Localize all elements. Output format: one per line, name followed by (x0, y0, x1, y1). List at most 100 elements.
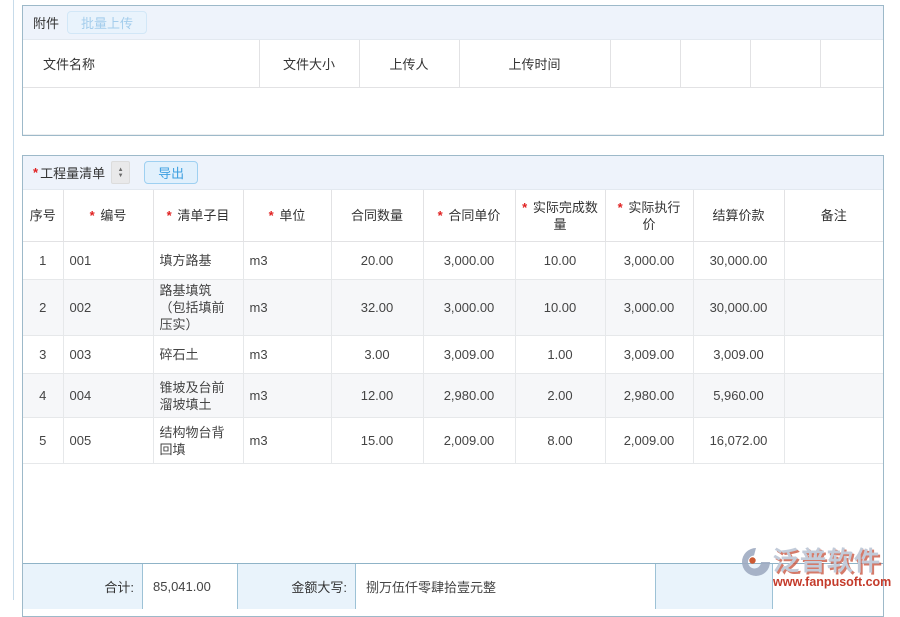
boq-cell: 2.00 (515, 374, 605, 418)
boq-cell: 3,009.00 (605, 336, 693, 374)
boq-column-header: * 清单子目 (153, 190, 243, 242)
boq-cell: 3,009.00 (693, 336, 784, 374)
boq-cell (784, 418, 883, 464)
boq-cell: 004 (63, 374, 153, 418)
boq-cell: 碎石土 (153, 336, 243, 374)
boq-cell: 3,000.00 (423, 242, 515, 280)
required-asterisk: * (618, 200, 627, 215)
amount-words-label: 金额大写: (237, 564, 355, 609)
attachments-column-header: 文件大小 (259, 40, 359, 88)
boq-cell: 填方路基 (153, 242, 243, 280)
boq-cell: m3 (243, 242, 331, 280)
boq-column-header: * 编号 (63, 190, 153, 242)
boq-cell: 3,000.00 (605, 280, 693, 336)
boq-cell: 2,980.00 (605, 374, 693, 418)
boq-cell: 路基填筑（包括填前压实） (153, 280, 243, 336)
boq-table-row[interactable]: 3003碎石土m33.003,009.001.003,009.003,009.0… (23, 336, 883, 374)
boq-table: 序号* 编号* 清单子目* 单位合同数量* 合同单价* 实际完成数量* 实际执行… (23, 190, 883, 464)
attachments-column-header: 文件名称 (23, 40, 259, 88)
boq-cell: 3,009.00 (423, 336, 515, 374)
boq-column-header: * 实际完成数量 (515, 190, 605, 242)
boq-column-header: 合同数量 (331, 190, 423, 242)
boq-column-header: 备注 (784, 190, 883, 242)
boq-cell: 003 (63, 336, 153, 374)
boq-table-row[interactable]: 1001填方路基m320.003,000.0010.003,000.0030,0… (23, 242, 883, 280)
boq-table-row[interactable]: 2002路基填筑（包括填前压实）m332.003,000.0010.003,00… (23, 280, 883, 336)
boq-cell: 3,000.00 (423, 280, 515, 336)
summary-empty-label-cell (655, 564, 772, 609)
boq-cell: 4 (23, 374, 63, 418)
boq-table-row[interactable]: 4004锥坡及台前溜坡填土m312.002,980.002.002,980.00… (23, 374, 883, 418)
boq-cell: 20.00 (331, 242, 423, 280)
boq-cell: m3 (243, 336, 331, 374)
boq-cell (784, 374, 883, 418)
page-left-border (13, 0, 14, 600)
boq-cell: m3 (243, 418, 331, 464)
boq-cell: 1.00 (515, 336, 605, 374)
boq-cell: m3 (243, 374, 331, 418)
boq-column-header: * 单位 (243, 190, 331, 242)
boq-title: 工程量清单 (40, 163, 105, 182)
boq-cell: 3.00 (331, 336, 423, 374)
attachments-panel: 附件 批量上传 文件名称文件大小上传人上传时间 (22, 5, 884, 136)
required-asterisk: * (167, 208, 176, 223)
attachments-empty-row (23, 88, 883, 135)
attachments-empty-column-header (610, 40, 680, 88)
total-value: 85,041.00 (142, 564, 237, 609)
boq-cell (784, 280, 883, 336)
boq-cell: 1 (23, 242, 63, 280)
boq-column-header: * 合同单价 (423, 190, 515, 242)
boq-cell: 30,000.00 (693, 242, 784, 280)
required-asterisk: * (522, 200, 531, 215)
boq-column-header: 序号 (23, 190, 63, 242)
batch-upload-button[interactable]: 批量上传 (67, 11, 147, 34)
sort-spinner-icon[interactable]: ▲ ▼ (111, 161, 130, 184)
boq-cell: 005 (63, 418, 153, 464)
boq-cell: 结构物台背回填 (153, 418, 243, 464)
boq-cell: 10.00 (515, 242, 605, 280)
boq-cell: 15.00 (331, 418, 423, 464)
boq-cell (784, 242, 883, 280)
attachments-empty-column-header (820, 40, 883, 88)
boq-cell: 30,000.00 (693, 280, 784, 336)
boq-column-header: 结算价款 (693, 190, 784, 242)
attachments-empty-area (23, 88, 883, 135)
required-asterisk: * (438, 208, 447, 223)
boq-cell: 32.00 (331, 280, 423, 336)
boq-cell: 10.00 (515, 280, 605, 336)
boq-cell: 锥坡及台前溜坡填土 (153, 374, 243, 418)
attachments-empty-column-header (680, 40, 750, 88)
boq-header-row: 序号* 编号* 清单子目* 单位合同数量* 合同单价* 实际完成数量* 实际执行… (23, 190, 883, 242)
boq-cell: 2,009.00 (605, 418, 693, 464)
boq-cell: 001 (63, 242, 153, 280)
boq-title-wrap: * 工程量清单 (33, 163, 105, 182)
attachments-column-header: 上传时间 (459, 40, 610, 88)
required-asterisk: * (90, 208, 99, 223)
attachments-empty-column-header (750, 40, 820, 88)
total-label: 合计: (23, 564, 142, 609)
export-button[interactable]: 导出 (144, 161, 198, 184)
attachments-panel-header: 附件 批量上传 (23, 6, 883, 40)
boq-cell: 12.00 (331, 374, 423, 418)
boq-panel-header: * 工程量清单 ▲ ▼ 导出 (23, 156, 883, 190)
summary-bar: 合计: 85,041.00 金额大写: 捌万伍仟零肆拾壹元整 (23, 563, 883, 609)
boq-cell: 8.00 (515, 418, 605, 464)
boq-column-header: * 实际执行价 (605, 190, 693, 242)
boq-cell: m3 (243, 280, 331, 336)
boq-cell: 3,000.00 (605, 242, 693, 280)
required-asterisk: * (33, 165, 38, 180)
boq-cell: 2,980.00 (423, 374, 515, 418)
boq-table-row[interactable]: 5005结构物台背回填m315.002,009.008.002,009.0016… (23, 418, 883, 464)
boq-cell: 002 (63, 280, 153, 336)
attachments-title: 附件 (33, 13, 59, 32)
boq-cell: 5,960.00 (693, 374, 784, 418)
boq-panel: * 工程量清单 ▲ ▼ 导出 序号* 编号* 清单子目* 单位合同数量* 合同单… (22, 155, 884, 617)
amount-words-value: 捌万伍仟零肆拾壹元整 (355, 564, 655, 609)
boq-cell: 5 (23, 418, 63, 464)
boq-cell: 16,072.00 (693, 418, 784, 464)
boq-cell: 3 (23, 336, 63, 374)
boq-cell: 2,009.00 (423, 418, 515, 464)
sort-down-icon: ▼ (118, 173, 124, 179)
attachments-column-header: 上传人 (359, 40, 459, 88)
attachments-header-row: 文件名称文件大小上传人上传时间 (23, 40, 883, 88)
